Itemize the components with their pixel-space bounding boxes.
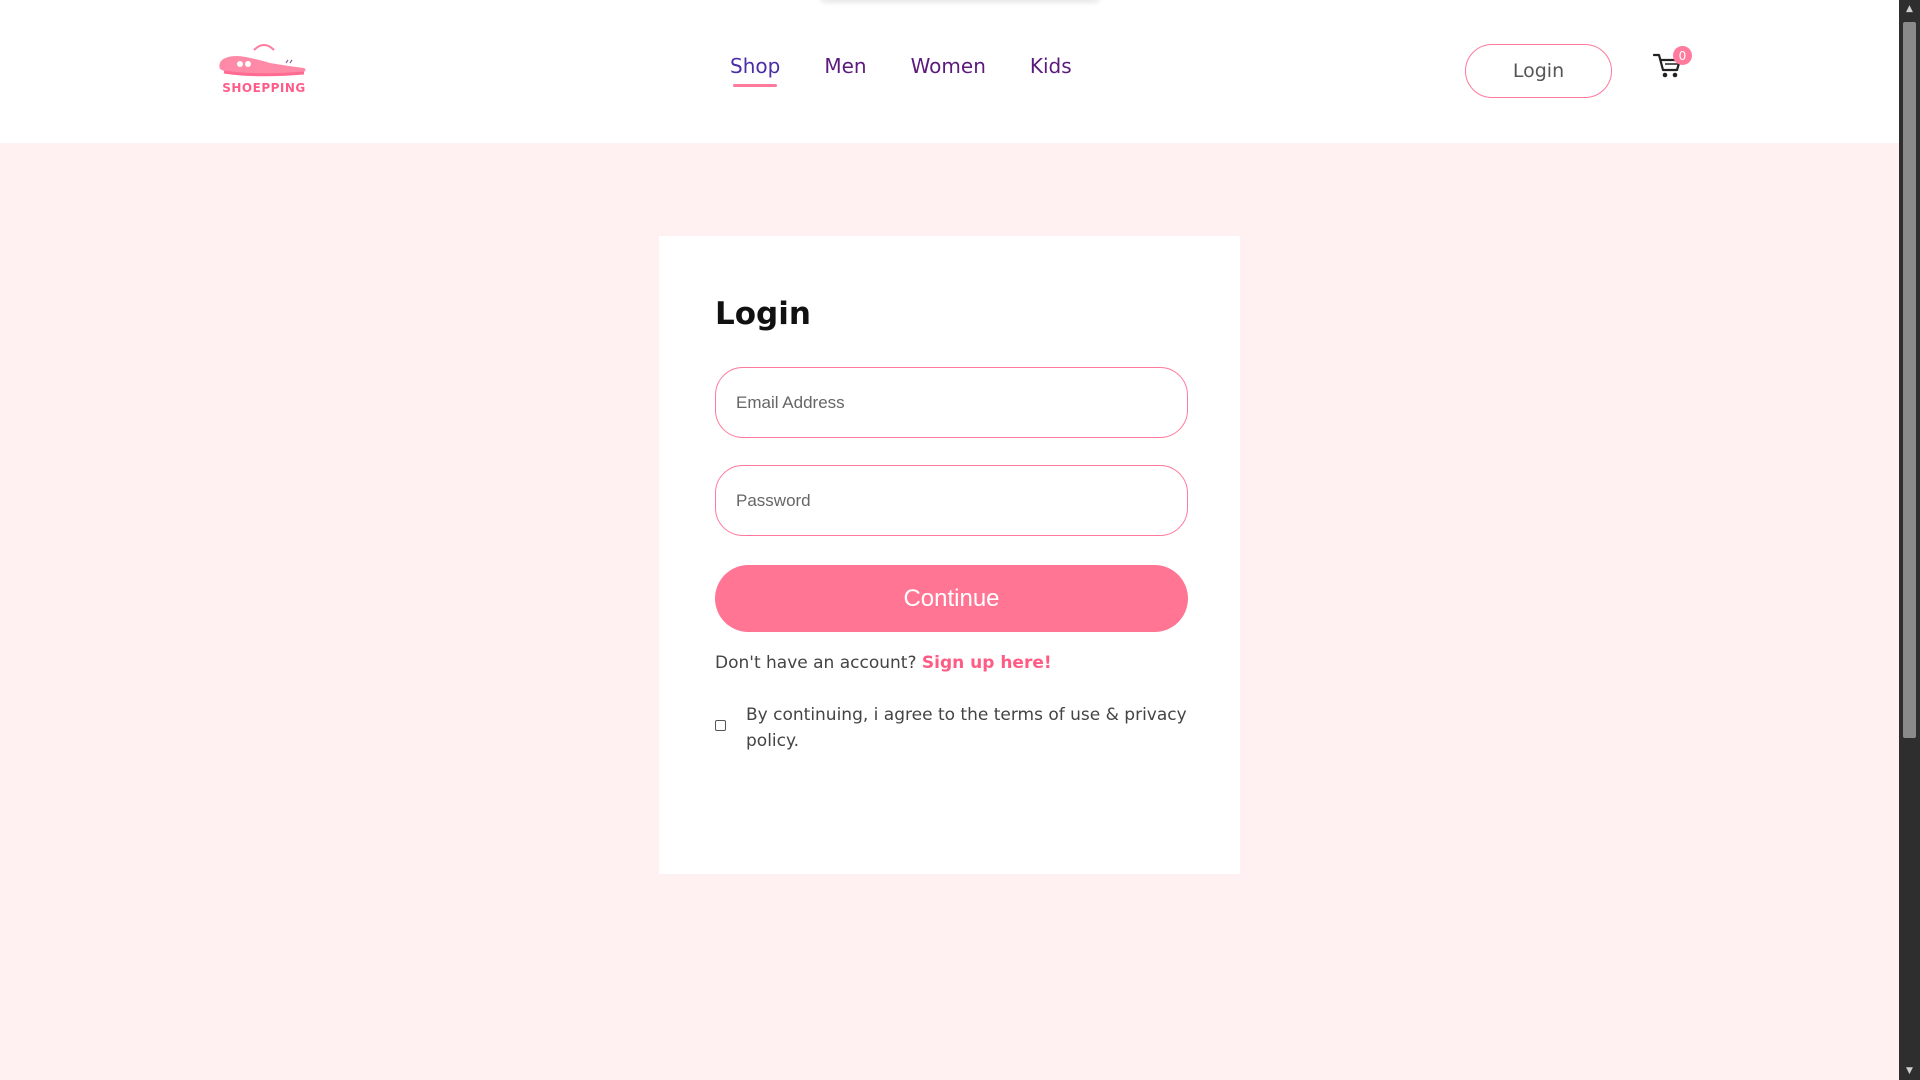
- nav-link-women[interactable]: Women: [911, 52, 986, 92]
- nav-link-kids[interactable]: Kids: [1030, 52, 1072, 92]
- scroll-thumb[interactable]: [1903, 22, 1916, 738]
- password-field[interactable]: [715, 465, 1188, 536]
- vertical-scrollbar[interactable]: ▲ ▼: [1899, 0, 1920, 1080]
- signup-link[interactable]: Sign up here!: [922, 653, 1052, 673]
- signup-prompt-line: Don't have an account? Sign up here!: [715, 653, 1052, 673]
- nav-link-shop[interactable]: Shop: [730, 52, 780, 92]
- page: SHOEPPING Shop Men Women Kids Login 0 Lo…: [0, 0, 1920, 1080]
- brand-name: SHOEPPING: [222, 81, 306, 95]
- brand-logo[interactable]: SHOEPPING: [216, 38, 312, 96]
- navbar: SHOEPPING Shop Men Women Kids Login 0: [0, 0, 1899, 143]
- signup-prompt: Don't have an account?: [715, 653, 917, 673]
- cart-count-badge: 0: [1673, 46, 1692, 65]
- shoe-logo-icon: [219, 44, 306, 77]
- agree-text: By continuing, i agree to the terms of u…: [746, 705, 1187, 751]
- continue-button[interactable]: Continue: [715, 565, 1188, 632]
- login-title: Login: [715, 296, 811, 332]
- main-nav: Shop Men Women Kids: [730, 52, 1116, 92]
- scroll-up-arrow-icon[interactable]: ▲: [1899, 0, 1920, 18]
- nav-link-men[interactable]: Men: [824, 52, 866, 92]
- agree-checkbox[interactable]: [715, 720, 726, 731]
- email-field[interactable]: [715, 367, 1188, 438]
- login-card: Login Continue Don't have an account? Si…: [659, 236, 1240, 874]
- scroll-down-arrow-icon[interactable]: ▼: [1899, 1062, 1920, 1080]
- header-login-button[interactable]: Login: [1465, 44, 1612, 98]
